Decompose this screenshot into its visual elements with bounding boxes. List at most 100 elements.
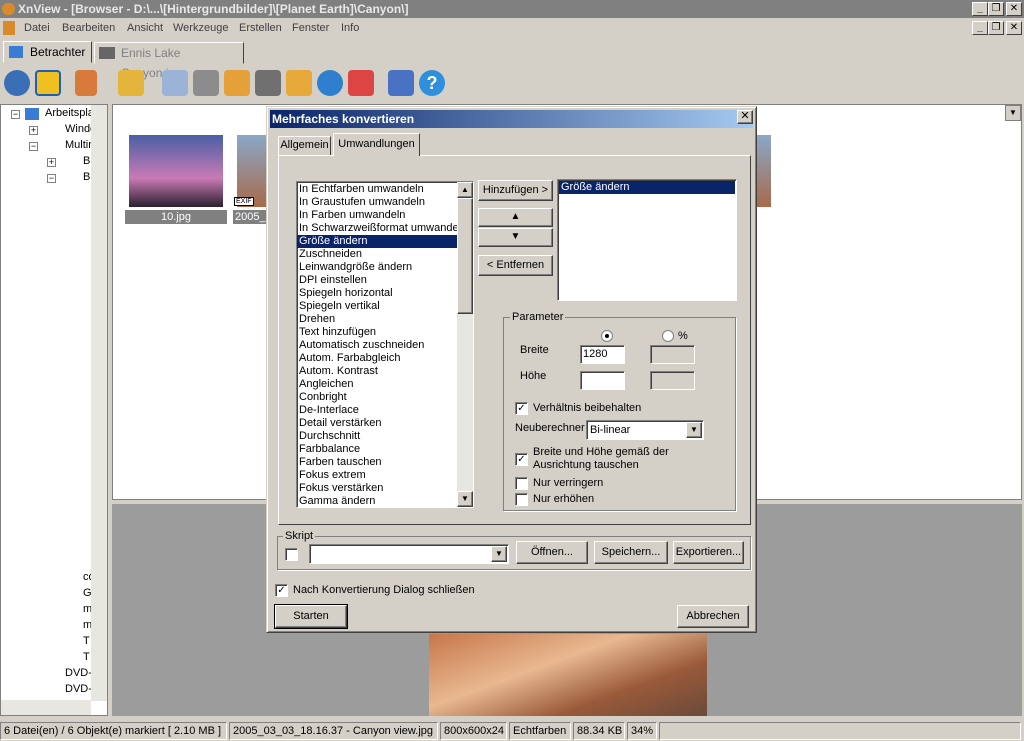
thumbnail-image[interactable] <box>129 135 223 207</box>
applied-transforms-list[interactable]: Größe ändern <box>557 179 737 301</box>
tree-item[interactable]: B <box>83 155 90 167</box>
cancel-button[interactable]: Abbrechen <box>677 605 749 628</box>
script-checkbox[interactable] <box>285 548 298 561</box>
transform-item[interactable]: Autom. Farbabgleich <box>297 352 473 365</box>
menu-ansicht[interactable]: Ansicht <box>127 18 163 38</box>
transform-item[interactable]: Automatisch zuschneiden <box>297 339 473 352</box>
menu-datei[interactable]: Datei <box>24 18 50 38</box>
list-scrollbar[interactable]: ▲ ▼ <box>457 182 473 507</box>
tab-image[interactable]: Ennis Lake Canyon.jpg <box>94 42 244 80</box>
add-button[interactable]: Hinzufügen > <box>478 180 553 201</box>
start-button[interactable]: Starten <box>274 604 348 629</box>
tree-collapse-icon[interactable]: − <box>29 142 38 151</box>
transform-item[interactable]: DPI einstellen <box>297 274 473 287</box>
web-icon[interactable] <box>317 70 343 96</box>
transform-item[interactable]: Spiegeln horizontal <box>297 287 473 300</box>
contact-sheet-icon[interactable] <box>348 70 374 96</box>
pixel-radio[interactable] <box>601 330 613 342</box>
folder-open-icon[interactable] <box>118 70 144 96</box>
tree-horizontal-scrollbar[interactable] <box>1 700 91 715</box>
tree-vertical-scrollbar[interactable] <box>91 105 107 701</box>
tree-item[interactable]: T <box>83 635 90 647</box>
tree-expand-icon[interactable]: + <box>47 158 56 167</box>
tree-item[interactable]: T <box>83 651 90 663</box>
transform-item[interactable]: Drehen <box>297 313 473 326</box>
transform-item[interactable]: Detail verstärken <box>297 417 473 430</box>
filmstrip-icon[interactable] <box>286 70 312 96</box>
tree-collapse-icon[interactable]: − <box>11 110 20 119</box>
keep-ratio-checkbox[interactable]: ✓ <box>515 402 528 415</box>
doc-minimize-button[interactable]: _ <box>972 21 988 35</box>
resample-select[interactable]: Bi-linear ▼ <box>586 420 704 440</box>
transform-item[interactable]: Fokus verstärken <box>297 482 473 495</box>
thumbnail-label[interactable]: 10.jpg <box>125 210 227 224</box>
applied-item[interactable]: Größe ändern <box>559 181 735 194</box>
transform-item[interactable]: Größe ändern <box>297 235 473 248</box>
tree-collapse-icon[interactable]: − <box>47 174 56 183</box>
transform-item[interactable]: Gamma ändern <box>297 495 473 507</box>
transform-item[interactable]: Text hinzufügen <box>297 326 473 339</box>
restore-button[interactable]: ❐ <box>988 2 1004 16</box>
camera-icon[interactable] <box>255 70 281 96</box>
transform-item[interactable]: Spiegeln vertikal <box>297 300 473 313</box>
tab-umwandlungen[interactable]: Umwandlungen <box>333 133 420 156</box>
height-percent-input[interactable] <box>650 371 695 390</box>
close-button[interactable]: ✕ <box>1006 2 1022 16</box>
minimize-button[interactable]: _ <box>972 2 988 16</box>
move-down-button[interactable]: ▼ <box>478 228 553 247</box>
help-icon[interactable]: ? <box>419 70 445 96</box>
tab-allgemein[interactable]: Allgemein <box>278 136 331 155</box>
script-select[interactable]: ▼ <box>309 544 509 564</box>
transform-item[interactable]: Durchschnitt <box>297 430 473 443</box>
dropdown-arrow-icon[interactable]: ▼ <box>491 546 507 562</box>
doc-close-button[interactable]: ✕ <box>1006 21 1022 35</box>
move-up-button[interactable]: ▲ <box>478 208 553 227</box>
transform-item[interactable]: Fokus extrem <box>297 469 473 482</box>
close-after-checkbox[interactable]: ✓ <box>275 584 288 597</box>
scroll-thumb[interactable] <box>457 198 473 314</box>
scroll-up-icon[interactable]: ▲ <box>457 182 473 198</box>
transform-item[interactable]: Leinwandgröße ändern <box>297 261 473 274</box>
fullscreen-icon[interactable] <box>35 70 61 96</box>
remove-button[interactable]: < Entfernen <box>478 255 553 276</box>
available-transforms-list[interactable]: In Echtfarben umwandeln In Graustufen umw… <box>296 181 474 508</box>
menu-info[interactable]: Info <box>341 18 359 38</box>
transform-item[interactable]: In Graustufen umwandeln <box>297 196 473 209</box>
tree-expand-icon[interactable]: + <box>29 126 38 135</box>
shrink-only-checkbox[interactable] <box>515 477 528 490</box>
convert-icon[interactable] <box>75 70 97 96</box>
transform-item[interactable]: Zuschneiden <box>297 248 473 261</box>
percent-radio[interactable] <box>662 330 674 342</box>
tree-root[interactable]: Arbeitspla <box>45 107 94 119</box>
width-input[interactable]: 1280 <box>580 345 625 364</box>
transform-item[interactable]: Autom. Kontrast <box>297 365 473 378</box>
transform-item[interactable]: Farben tauschen <box>297 456 473 469</box>
enlarge-only-checkbox[interactable] <box>515 493 528 506</box>
transform-item[interactable]: In Schwarzweißformat umwandeln <box>297 222 473 235</box>
path-dropdown-icon[interactable]: ▼ <box>1005 105 1021 121</box>
tab-betrachter[interactable]: Betrachter <box>3 41 92 63</box>
menu-bearbeiten[interactable]: Bearbeiten <box>62 18 115 38</box>
options-icon[interactable] <box>388 70 414 96</box>
menu-werkzeuge[interactable]: Werkzeuge <box>173 18 228 38</box>
dropdown-arrow-icon[interactable]: ▼ <box>686 422 702 438</box>
print-icon[interactable] <box>193 70 219 96</box>
menu-fenster[interactable]: Fenster <box>292 18 329 38</box>
height-input[interactable] <box>580 371 625 390</box>
width-percent-input[interactable] <box>650 345 695 364</box>
transform-item[interactable]: In Farben umwandeln <box>297 209 473 222</box>
view-eye-icon[interactable] <box>4 70 30 96</box>
transform-item[interactable]: Conbright <box>297 391 473 404</box>
transform-item[interactable]: Farbbalance <box>297 443 473 456</box>
open-button[interactable]: Öffnen... <box>516 541 588 564</box>
doc-restore-button[interactable]: ❐ <box>988 21 1004 35</box>
transform-item[interactable]: Angleichen <box>297 378 473 391</box>
transform-item[interactable]: In Echtfarben umwandeln <box>297 183 473 196</box>
save-button[interactable]: Speichern... <box>594 541 668 564</box>
tree-item[interactable]: Multin <box>65 139 94 151</box>
search-icon[interactable] <box>162 70 188 96</box>
dialog-close-button[interactable]: ✕ <box>737 110 753 124</box>
scroll-down-icon[interactable]: ▼ <box>457 491 473 507</box>
orientation-checkbox[interactable]: ✓ <box>515 453 528 466</box>
menu-erstellen[interactable]: Erstellen <box>239 18 282 38</box>
